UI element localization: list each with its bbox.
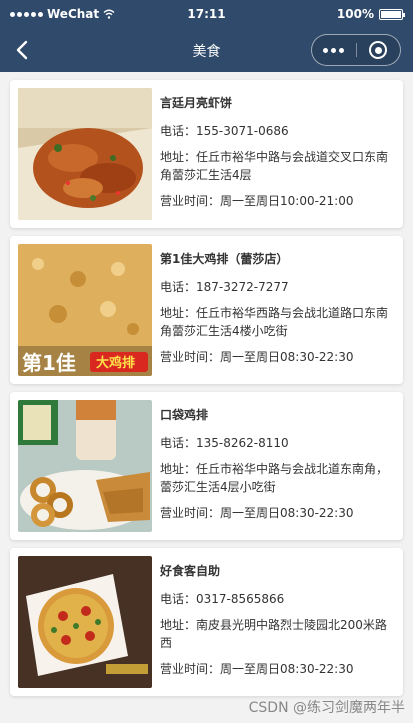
restaurant-name: 言廷月亮虾饼 bbox=[160, 96, 233, 110]
food-photo-text: 大鸡排 bbox=[96, 355, 135, 371]
battery-icon bbox=[379, 8, 405, 20]
food-photo-pizza bbox=[18, 556, 152, 688]
restaurant-info: 好食客自助 电话：0317-8565866 地址：南皮县光明中路烈士陵园北200… bbox=[160, 556, 395, 688]
restaurant-phone: 电话：155-3071-0686 bbox=[160, 124, 289, 138]
restaurant-list: 言廷月亮虾饼 电话：155-3071-0686 地址：任丘市裕华中路与会战道交叉… bbox=[0, 72, 413, 723]
restaurant-name: 口袋鸡排 bbox=[160, 408, 209, 422]
status-bar: WeChat 17:11 100% bbox=[0, 0, 413, 28]
restaurant-address: 地址：任丘市裕华西路与会战北道路口东南角蕾莎汇生活4楼小吃街 bbox=[160, 306, 389, 338]
restaurant-card[interactable]: 言廷月亮虾饼 电话：155-3071-0686 地址：任丘市裕华中路与会战道交叉… bbox=[10, 80, 403, 228]
restaurant-address: 地址：任丘市裕华中路与会战北道东南角，蕾莎汇生活4层小吃街 bbox=[160, 462, 389, 494]
restaurant-phone: 电话：135-8262-8110 bbox=[160, 436, 289, 450]
restaurant-hours: 营业时间：周一至周日08:30-22:30 bbox=[160, 662, 354, 676]
more-button[interactable] bbox=[312, 35, 356, 65]
food-photo-fried-chicken bbox=[18, 400, 152, 532]
mini-program-capsule bbox=[311, 34, 401, 66]
target-icon bbox=[369, 41, 388, 59]
restaurant-name: 好食客自助 bbox=[160, 564, 221, 578]
restaurant-address: 地址：南皮县光明中路烈士陵园北200米路西 bbox=[160, 618, 387, 650]
restaurant-address: 地址：任丘市裕华中路与会战道交叉口东南角蕾莎汇生活4层 bbox=[160, 150, 389, 182]
restaurant-card[interactable]: 第1佳 大鸡排 第1佳大鸡排（蕾莎店） 电话：187-3272-7277 地址：… bbox=[10, 236, 403, 384]
watermark: CSDN @练习剑魔两年半 bbox=[248, 700, 405, 716]
nav-bar: 美食 bbox=[0, 28, 413, 72]
restaurant-name: 第1佳大鸡排（蕾莎店） bbox=[160, 252, 289, 266]
battery-percent: 100% bbox=[336, 7, 374, 21]
food-photo-chicken-cutlet: 第1佳 大鸡排 bbox=[18, 244, 152, 376]
restaurant-phone: 电话：0317-8565866 bbox=[160, 592, 285, 606]
food-photo-shrimp-cake bbox=[18, 88, 152, 220]
restaurant-info: 第1佳大鸡排（蕾莎店） 电话：187-3272-7277 地址：任丘市裕华西路与… bbox=[160, 244, 395, 376]
close-button[interactable] bbox=[357, 35, 401, 65]
restaurant-info: 言廷月亮虾饼 电话：155-3071-0686 地址：任丘市裕华中路与会战道交叉… bbox=[160, 88, 395, 220]
restaurant-phone: 电话：187-3272-7277 bbox=[160, 280, 289, 294]
restaurant-hours: 营业时间：周一至周日08:30-22:30 bbox=[160, 506, 354, 520]
status-right: 100% bbox=[336, 7, 405, 21]
food-photo-text: 第1佳 bbox=[22, 351, 76, 375]
restaurant-hours: 营业时间：周一至周日10:00-21:00 bbox=[160, 194, 354, 208]
restaurant-info: 口袋鸡排 电话：135-8262-8110 地址：任丘市裕华中路与会战北道东南角… bbox=[160, 400, 395, 532]
restaurant-card[interactable]: 口袋鸡排 电话：135-8262-8110 地址：任丘市裕华中路与会战北道东南角… bbox=[10, 392, 403, 540]
restaurant-hours: 营业时间：周一至周日08:30-22:30 bbox=[160, 350, 354, 364]
more-dots-icon bbox=[323, 47, 345, 53]
restaurant-card[interactable]: 好食客自助 电话：0317-8565866 地址：南皮县光明中路烈士陵园北200… bbox=[10, 548, 403, 696]
